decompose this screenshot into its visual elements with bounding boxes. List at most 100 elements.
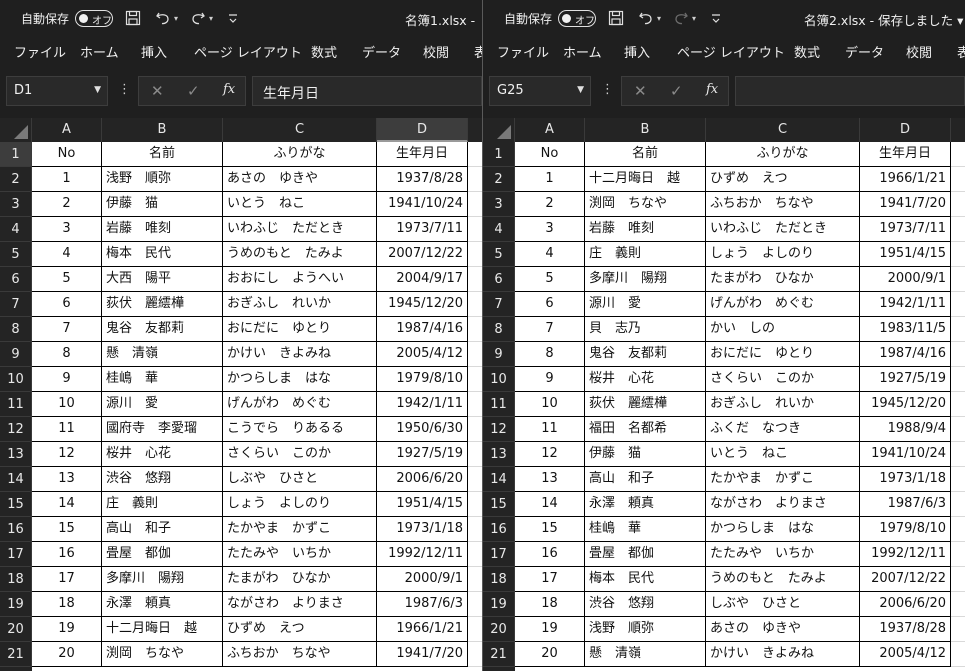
row-header[interactable]: 6 <box>0 267 32 292</box>
row-header[interactable]: 20 <box>483 617 515 642</box>
tab-file[interactable]: ファイル <box>497 42 549 61</box>
tab-review[interactable]: 校閲 <box>906 42 932 61</box>
row-header[interactable]: 8 <box>0 317 32 342</box>
cell-d8[interactable]: 1983/11/5 <box>860 317 951 342</box>
cell-a16[interactable]: 15 <box>515 517 585 542</box>
empty-cells[interactable] <box>951 642 965 667</box>
cell-d20[interactable]: 1937/8/28 <box>860 617 951 642</box>
cell-c13[interactable]: さくらい このか <box>223 442 377 467</box>
empty-cells[interactable] <box>468 267 482 292</box>
cell-a1[interactable]: No <box>32 142 102 167</box>
cell-b5[interactable]: 庄 義則 <box>585 242 706 267</box>
empty-cells[interactable] <box>951 317 965 342</box>
cell-b9[interactable]: 懸 清嶺 <box>102 342 223 367</box>
cell-b6[interactable]: 多摩川 陽翔 <box>585 267 706 292</box>
empty-cells[interactable] <box>468 617 482 642</box>
cell-b15[interactable]: 庄 義則 <box>102 492 223 517</box>
row-header[interactable]: 21 <box>483 642 515 667</box>
cell-c2[interactable]: あさの ゆきや <box>223 167 377 192</box>
row-header[interactable]: 14 <box>0 467 32 492</box>
column-header-b[interactable]: B <box>102 118 223 142</box>
cell-a2[interactable]: 1 <box>32 167 102 192</box>
row-header[interactable]: 11 <box>483 392 515 417</box>
cell-a12[interactable]: 11 <box>32 417 102 442</box>
empty-cells[interactable] <box>951 542 965 567</box>
cell-d5[interactable]: 2007/12/22 <box>377 242 468 267</box>
row-header[interactable]: 17 <box>483 542 515 567</box>
cell-b5[interactable]: 梅本 民代 <box>102 242 223 267</box>
cell-b14[interactable]: 高山 和子 <box>585 467 706 492</box>
redo-icon[interactable] <box>671 8 691 28</box>
customize-toolbar-icon[interactable] <box>223 8 243 28</box>
cell-d12[interactable]: 1950/6/30 <box>377 417 468 442</box>
column-header-b[interactable]: B <box>585 118 706 142</box>
row-header[interactable]: 2 <box>483 167 515 192</box>
cell-c20[interactable]: ひずめ えつ <box>223 617 377 642</box>
cell-d2[interactable]: 1937/8/28 <box>377 167 468 192</box>
cell-d17[interactable]: 1992/12/11 <box>377 542 468 567</box>
save-icon[interactable] <box>606 8 626 28</box>
row-header[interactable]: 15 <box>483 492 515 517</box>
cell-b20[interactable]: 十二月晦日 越 <box>102 617 223 642</box>
cell-b18[interactable]: 梅本 民代 <box>585 567 706 592</box>
cell-d21[interactable]: 1941/7/20 <box>377 642 468 667</box>
cell-a9[interactable]: 8 <box>32 342 102 367</box>
select-all-corner[interactable] <box>0 118 32 142</box>
empty-cells[interactable] <box>468 342 482 367</box>
row-header[interactable]: 2 <box>0 167 32 192</box>
empty-cells[interactable] <box>468 367 482 392</box>
empty-cells[interactable] <box>951 367 965 392</box>
cell-d20[interactable]: 1966/1/21 <box>377 617 468 642</box>
column-header-d[interactable]: D <box>860 118 951 142</box>
cell-b4[interactable]: 岩藤 唯刻 <box>102 217 223 242</box>
empty-cells[interactable] <box>951 617 965 642</box>
cell-c4[interactable]: いわふじ ただとき <box>706 217 860 242</box>
row-header[interactable]: 16 <box>0 517 32 542</box>
cell-c4[interactable]: いわふじ ただとき <box>223 217 377 242</box>
cell-c15[interactable]: しょう よしのり <box>223 492 377 517</box>
tab-page-layout[interactable]: ページ レイアウト <box>677 42 785 61</box>
cell-c17[interactable]: たたみや いちか <box>223 542 377 567</box>
cell-b14[interactable]: 渋谷 悠翔 <box>102 467 223 492</box>
row-header[interactable]: 9 <box>0 342 32 367</box>
cell-b13[interactable]: 桜井 心花 <box>102 442 223 467</box>
cell-d6[interactable]: 2000/9/1 <box>860 267 951 292</box>
cell-b7[interactable]: 荻伏 麗繧樺 <box>102 292 223 317</box>
row-header[interactable]: 19 <box>483 592 515 617</box>
cell-c3[interactable]: ふちおか ちなや <box>706 192 860 217</box>
cell-d3[interactable]: 1941/10/24 <box>377 192 468 217</box>
empty-cells[interactable] <box>951 392 965 417</box>
cell-b10[interactable]: 桜井 心花 <box>585 367 706 392</box>
cell-c8[interactable]: かい しの <box>706 317 860 342</box>
empty-cells[interactable] <box>468 517 482 542</box>
empty-cells[interactable] <box>468 292 482 317</box>
cell-d1[interactable]: 生年月日 <box>377 142 468 167</box>
cancel-icon[interactable]: ✕ <box>151 82 164 100</box>
column-header-a[interactable]: A <box>515 118 585 142</box>
empty-cells[interactable] <box>951 467 965 492</box>
row-header[interactable]: 1 <box>483 142 515 167</box>
cell-a19[interactable]: 18 <box>32 592 102 617</box>
empty-cells[interactable] <box>951 242 965 267</box>
cell-a17[interactable]: 16 <box>515 542 585 567</box>
cell-c18[interactable]: たまがわ ひなか <box>223 567 377 592</box>
cell-b12[interactable]: 福田 名都希 <box>585 417 706 442</box>
row-header[interactable]: 4 <box>0 217 32 242</box>
undo-dropdown-icon[interactable]: ▾ <box>657 14 661 23</box>
cell-c18[interactable]: うめのもと たみよ <box>706 567 860 592</box>
cell-d5[interactable]: 1951/4/15 <box>860 242 951 267</box>
name-box-dropdown-icon[interactable]: ▼ <box>94 85 101 95</box>
cell-b3[interactable]: 伊藤 猫 <box>102 192 223 217</box>
cell-c11[interactable]: おぎふし れいか <box>706 392 860 417</box>
cell-b11[interactable]: 源川 愛 <box>102 392 223 417</box>
tab-file[interactable]: ファイル <box>14 42 66 61</box>
cell-a10[interactable]: 9 <box>32 367 102 392</box>
empty-cells[interactable] <box>468 392 482 417</box>
empty-cells[interactable] <box>468 167 482 192</box>
cell-d14[interactable]: 2006/6/20 <box>377 467 468 492</box>
cell-a12[interactable]: 11 <box>515 417 585 442</box>
cell-d19[interactable]: 2006/6/20 <box>860 592 951 617</box>
tab-table[interactable]: 表 <box>474 42 482 61</box>
cell-b7[interactable]: 源川 愛 <box>585 292 706 317</box>
empty-cells[interactable] <box>951 192 965 217</box>
